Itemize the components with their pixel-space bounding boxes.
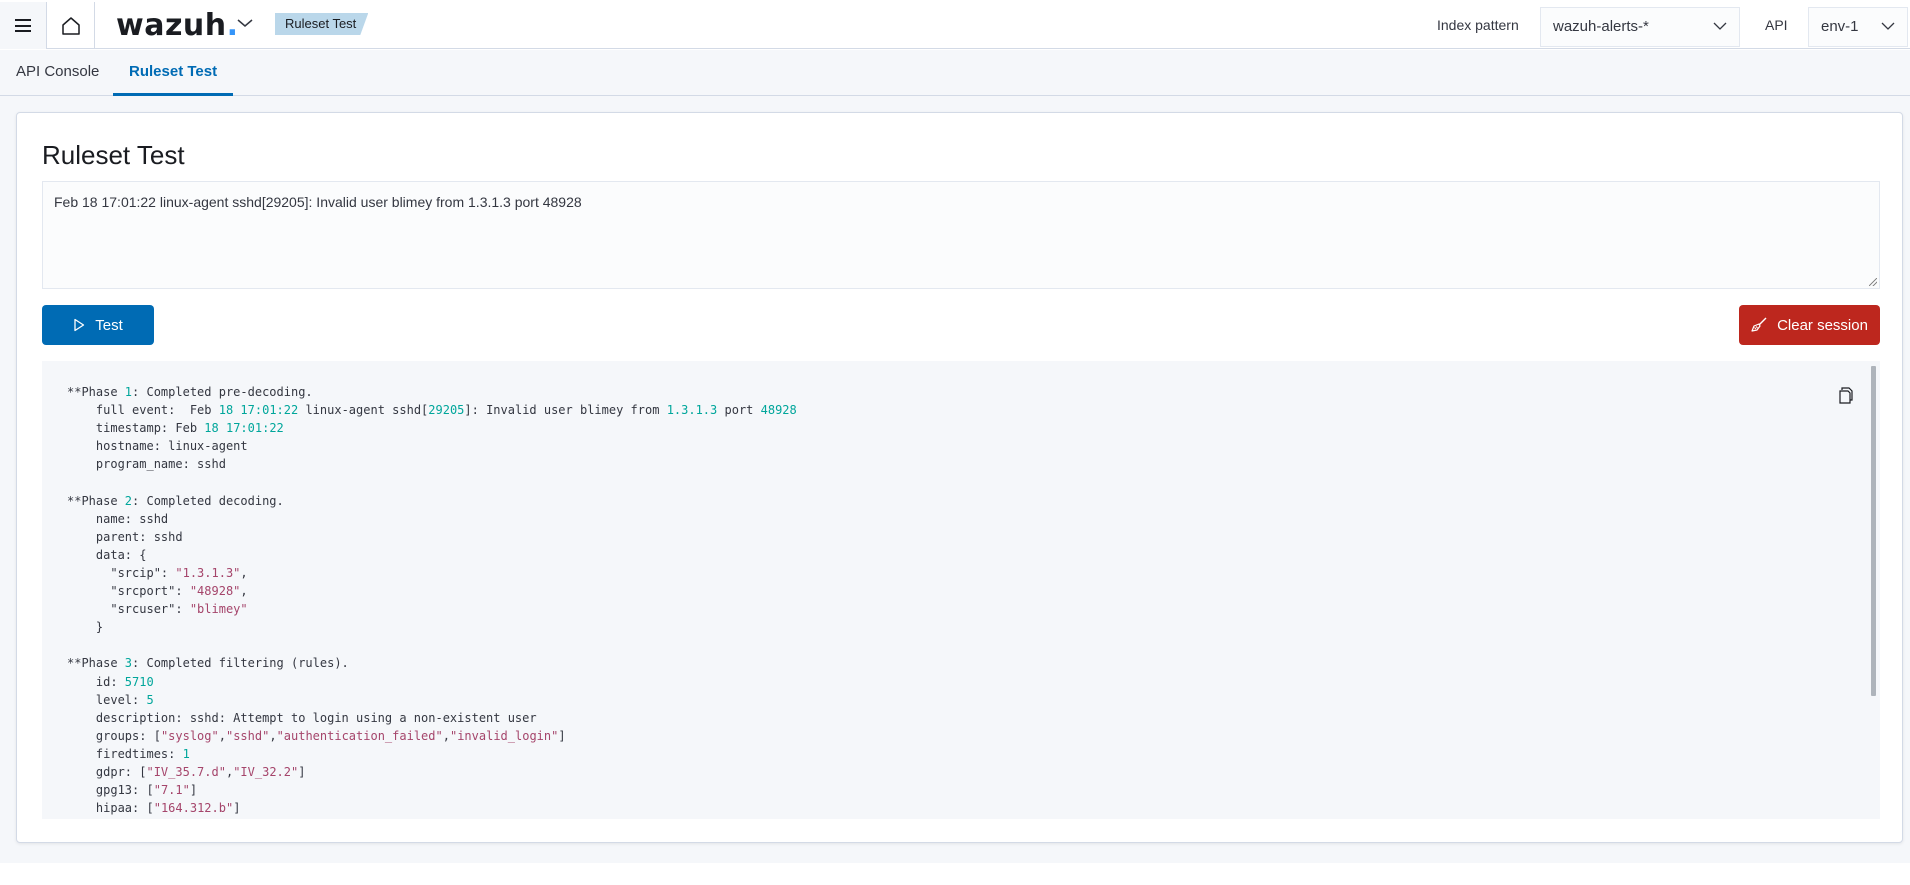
phase1-full-event: Feb 18 17:01:22 linux-agent sshd[29205]:… (189, 403, 797, 418)
resize-handle[interactable] (1869, 278, 1877, 286)
phase3-hipaa: ["164.312.b"] (146, 801, 241, 816)
home-button[interactable] (48, 2, 95, 49)
menu-icon (15, 19, 31, 32)
logo-text: wazuh (116, 8, 227, 43)
test-button[interactable]: Test (42, 305, 154, 345)
phase2-parent: sshd (153, 529, 183, 544)
clear-session-label: Clear session (1777, 316, 1868, 334)
phase1-header: **Phase 1: Completed pre-decoding. (67, 385, 313, 399)
index-pattern-value: wazuh-alerts-* (1553, 18, 1649, 35)
app-menu-chevron-button[interactable] (236, 16, 254, 34)
api-value: env-1 (1821, 18, 1859, 35)
phase2-header: **Phase 2: Completed decoding. (67, 493, 284, 508)
phase3-groups: ["syslog","sshd","authentication_failed"… (153, 728, 566, 743)
phase3-gpg13: ["7.1"] (146, 783, 198, 798)
output-scrollbar[interactable] (1871, 366, 1876, 696)
api-label: API (1765, 17, 1788, 33)
phase3-description: sshd: Attempt to login using a non-exist… (189, 710, 537, 725)
tab-ruleset-test[interactable]: Ruleset Test (113, 50, 234, 96)
play-icon (74, 318, 85, 332)
phase3-level: 5 (146, 692, 154, 707)
phase2-srcuser: "blimey" (189, 602, 248, 617)
home-icon (62, 16, 80, 35)
breadcrumb[interactable]: Ruleset Test (275, 13, 368, 35)
tab-api-console[interactable]: API Console (0, 50, 115, 96)
event-log-input[interactable]: Feb 18 17:01:22 linux-agent sshd[29205]:… (42, 181, 1880, 289)
index-pattern-select[interactable]: wazuh-alerts-* (1540, 7, 1740, 47)
tab-bar: API Console Ruleset Test (0, 50, 1910, 96)
phase2-name: sshd (139, 511, 169, 526)
phase3-gdpr: ["IV_35.7.d","IV_32.2"] (139, 764, 306, 779)
test-output-code-block[interactable]: **Phase 1: Completed pre-decoding. full … (42, 361, 1880, 819)
phase3-firedtimes: 1 (182, 746, 190, 761)
event-log-text: Feb 18 17:01:22 linux-agent sshd[29205]:… (54, 194, 582, 210)
test-button-label: Test (95, 316, 123, 334)
phase1-hostname: linux-agent (168, 439, 248, 454)
page-title: Ruleset Test (42, 140, 185, 170)
phase2-srcport: "48928" (189, 584, 241, 599)
top-header: wazuh. Ruleset Test Index pattern wazuh-… (0, 0, 1910, 49)
api-select[interactable]: env-1 (1808, 7, 1908, 47)
clear-session-button[interactable]: Clear session (1739, 305, 1880, 345)
chevron-down-icon (1713, 22, 1727, 30)
chevron-down-icon (1881, 22, 1895, 30)
phase1-timestamp: Feb 18 17:01:22 (175, 421, 284, 436)
ruleset-test-panel: Ruleset Test Feb 18 17:01:22 linux-agent… (16, 112, 1903, 843)
broom-icon (1751, 317, 1767, 332)
phase3-id: 5710 (124, 674, 154, 689)
chevron-down-icon (237, 19, 253, 27)
copy-icon[interactable] (1838, 387, 1854, 404)
phase3-header: **Phase 3: Completed filtering (rules). (67, 656, 349, 671)
phase1-program-name: sshd (197, 457, 226, 472)
menu-button[interactable] (0, 2, 47, 49)
wazuh-logo[interactable]: wazuh. (116, 8, 239, 43)
index-pattern-label: Index pattern (1437, 17, 1519, 33)
phase2-srcip: "1.3.1.3" (175, 565, 241, 580)
test-output-text: **Phase 1: Completed pre-decoding. full … (67, 385, 797, 816)
